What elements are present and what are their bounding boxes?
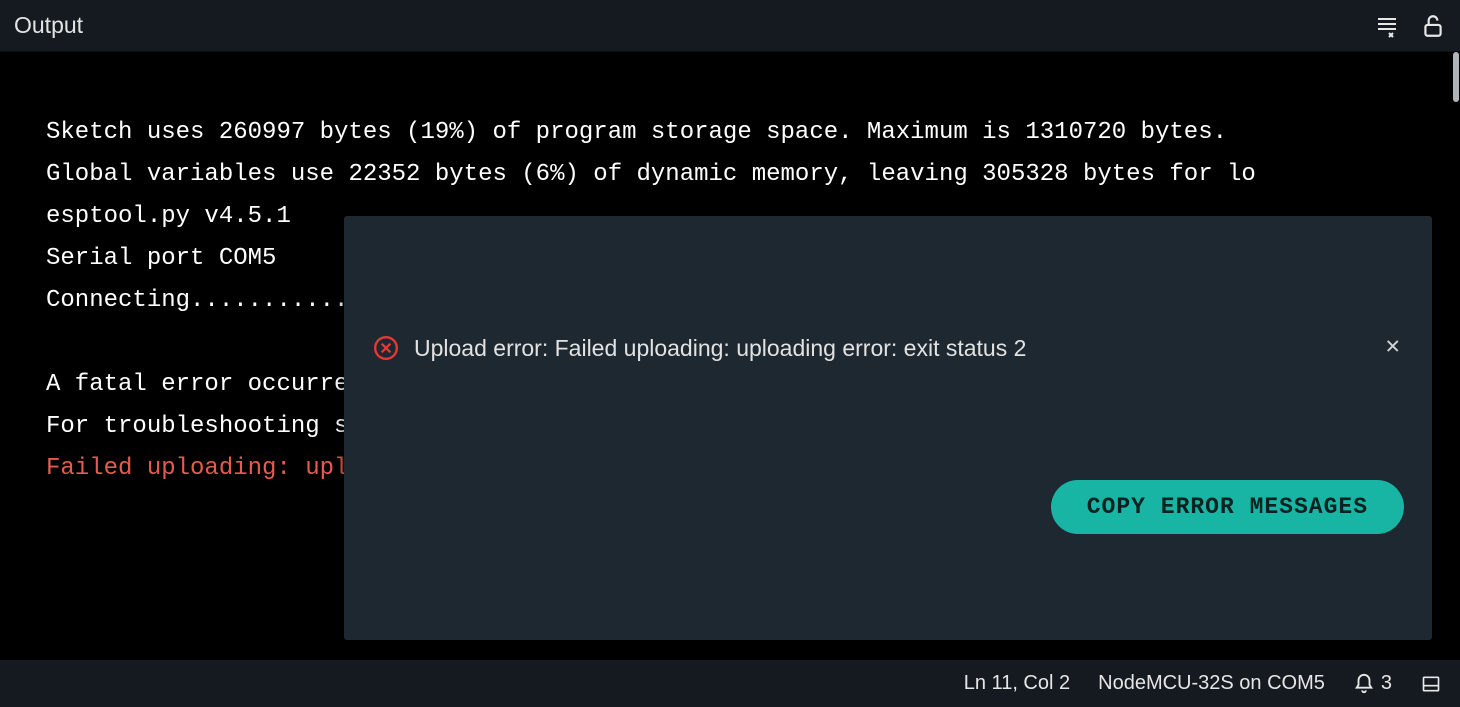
console-line: Global variables use 22352 bytes (6%) of… [46, 161, 1256, 188]
cursor-position[interactable]: Ln 11, Col 2 [964, 672, 1070, 695]
console-line: esptool.py v4.5.1 [46, 203, 291, 230]
scrollbar-thumb[interactable] [1453, 52, 1459, 102]
clear-output-icon[interactable] [1374, 13, 1400, 39]
error-toast: Upload error: Failed uploading: uploadin… [344, 216, 1432, 640]
toggle-panel-icon[interactable] [1420, 674, 1442, 694]
console-line: Serial port COM5 [46, 245, 276, 272]
console-line: Sketch uses 260997 bytes (19%) of progra… [46, 119, 1227, 146]
toast-header-row: Upload error: Failed uploading: uploadin… [372, 328, 1404, 368]
toast-message: Upload error: Failed uploading: uploadin… [414, 328, 1368, 368]
notification-count: 3 [1381, 672, 1392, 695]
panel-title: Output [14, 12, 83, 39]
output-console[interactable]: Sketch uses 260997 bytes (19%) of progra… [0, 52, 1460, 660]
board-port-selector[interactable]: NodeMCU-32S on COM5 [1098, 672, 1325, 695]
copy-error-messages-button[interactable]: COPY ERROR MESSAGES [1051, 480, 1404, 534]
status-bar: Ln 11, Col 2 NodeMCU-32S on COM5 3 [0, 660, 1460, 707]
output-panel-header: Output [0, 0, 1460, 52]
close-icon[interactable]: ✕ [1382, 332, 1404, 364]
lock-icon[interactable] [1420, 13, 1446, 39]
notifications-button[interactable]: 3 [1353, 672, 1392, 695]
header-toolbar [1374, 13, 1446, 39]
error-icon [372, 334, 400, 362]
